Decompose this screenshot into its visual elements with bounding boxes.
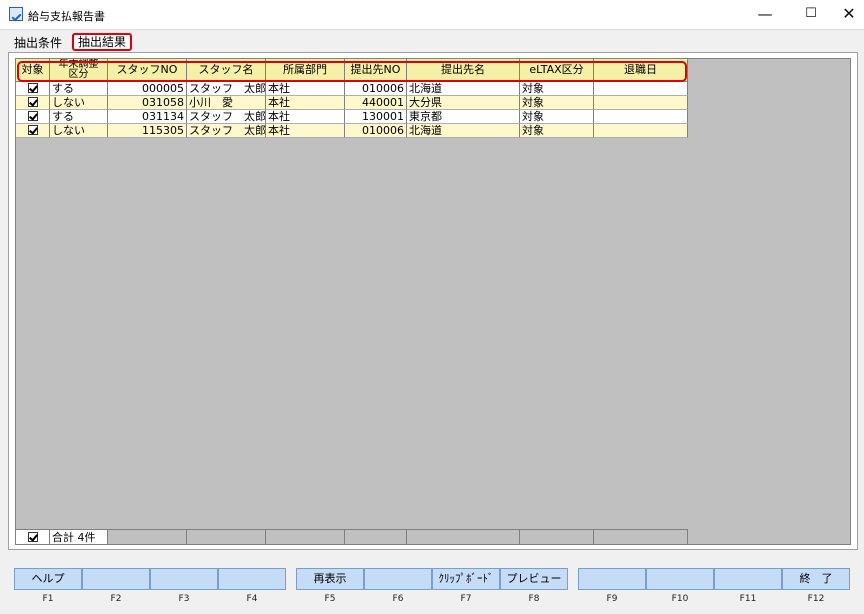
table-row[interactable]: しない 031058 小川 愛本社 440001 大分県 対象: [16, 96, 688, 110]
fkey-f2-button[interactable]: [82, 568, 150, 590]
row-checkbox[interactable]: [27, 125, 38, 135]
fkey-f8-label: F8: [528, 594, 540, 604]
footer-checkbox[interactable]: [27, 532, 38, 542]
row-department: 本社: [266, 110, 345, 124]
row-staff-no: 115305: [108, 124, 187, 138]
fkey-f6-button[interactable]: [364, 568, 432, 590]
row-dest-name: 北海道: [407, 82, 520, 96]
fkey-f3-button[interactable]: [150, 568, 218, 590]
table-row[interactable]: する 000005 スタッフ 太郎 本社 010006 北海道 対象: [16, 82, 688, 96]
fkey-f2-label: F2: [110, 594, 122, 604]
fkey-f12-label: F12: [807, 594, 825, 604]
header-highlight: [17, 61, 687, 82]
row-staff-no: 031134: [108, 110, 187, 124]
row-dest-no: 440001: [345, 96, 407, 110]
fkey-f9-label: F9: [606, 594, 618, 604]
fkey-f1-button[interactable]: ヘルプ: [14, 568, 82, 590]
fkey-f7-label: F7: [460, 594, 472, 604]
title-bar: 給与支払報告書 — ☐ ✕: [0, 0, 864, 30]
row-dest-no: 130001: [345, 110, 407, 124]
row-department: 本社: [266, 124, 345, 138]
maximize-button[interactable]: ☐: [788, 0, 834, 30]
minimize-button[interactable]: —: [742, 0, 788, 30]
fkey-f4-button[interactable]: [218, 568, 286, 590]
row-staff-name: スタッフ 太郎: [187, 82, 266, 96]
row-dest-name: 大分県: [407, 96, 520, 110]
table-row[interactable]: する 031134 スタッフ 太郎 本社 130001 東京都 対象: [16, 110, 688, 124]
fkey-f10-label: F10: [671, 594, 689, 604]
row-department: 本社: [266, 96, 345, 110]
row-checkbox[interactable]: [27, 97, 38, 107]
row-dest-no: 010006: [345, 82, 407, 96]
row-target-cell[interactable]: [16, 82, 50, 96]
fkey-f8-button[interactable]: プレビュー: [500, 568, 568, 590]
fkey-f10-button[interactable]: [646, 568, 714, 590]
footer-total: 合計 4件: [50, 530, 108, 544]
row-staff-no: 000005: [108, 82, 187, 96]
fkey-f3-label: F3: [178, 594, 190, 604]
fkey-f6-label: F6: [392, 594, 404, 604]
footer-cell: [187, 530, 266, 544]
fkey-f5-button[interactable]: 再表示: [296, 568, 364, 590]
footer-check[interactable]: [16, 530, 50, 544]
row-target-cell[interactable]: [16, 110, 50, 124]
tab-extraction-results[interactable]: 抽出結果: [72, 33, 133, 51]
table-row[interactable]: しない 115305 スタッフ 太郎 本社 010006 北海道 対象: [16, 124, 688, 138]
function-key-bar: ヘルプ F1 F2 F3 F4 再表示 F5 F6 ｸﾘｯﾌﾟﾎﾞｰﾄﾞ F7 プレビュー F8 F9 F…: [0, 568, 864, 614]
footer-cell: [345, 530, 407, 544]
row-year-adjustment: しない: [50, 124, 108, 138]
row-staff-name: 小川 愛: [187, 96, 266, 110]
row-checkbox[interactable]: [27, 83, 38, 93]
row-staff-name: スタッフ 太郎: [187, 110, 266, 124]
row-dest-name: 東京都: [407, 110, 520, 124]
footer-cell: [266, 530, 345, 544]
row-department: 本社: [266, 82, 345, 96]
row-eltax: 対象: [520, 96, 594, 110]
fkey-f12-button[interactable]: 終 了: [782, 568, 850, 590]
fkey-f11-button[interactable]: [714, 568, 782, 590]
row-target-cell[interactable]: [16, 124, 50, 138]
tab-extraction-conditions[interactable]: 抽出条件: [14, 35, 62, 52]
results-grid[interactable]: 対象 年末調整 区分 スタッフNO スタッフ名 所属部門 提出先NO 提出先名 …: [15, 58, 851, 545]
row-year-adjustment: しない: [50, 96, 108, 110]
row-retire-date: [594, 82, 688, 96]
app-icon: [9, 7, 23, 21]
fkey-f9-button[interactable]: [578, 568, 646, 590]
fkey-f5-label: F5: [324, 594, 336, 604]
row-eltax: 対象: [520, 124, 594, 138]
row-retire-date: [594, 110, 688, 124]
row-checkbox[interactable]: [27, 111, 38, 121]
row-eltax: 対象: [520, 82, 594, 96]
results-panel: 対象 年末調整 区分 スタッフNO スタッフ名 所属部門 提出先NO 提出先名 …: [8, 52, 858, 550]
row-year-adjustment: する: [50, 110, 108, 124]
row-dest-no: 010006: [345, 124, 407, 138]
row-staff-no: 031058: [108, 96, 187, 110]
row-year-adjustment: する: [50, 82, 108, 96]
fkey-f7-button[interactable]: ｸﾘｯﾌﾟﾎﾞｰﾄﾞ: [432, 568, 500, 590]
footer-cell: [594, 530, 688, 544]
footer-cell: [520, 530, 594, 544]
footer-cell: [108, 530, 187, 544]
fkey-f4-label: F4: [246, 594, 258, 604]
close-button[interactable]: ✕: [834, 0, 864, 30]
row-retire-date: [594, 96, 688, 110]
row-target-cell[interactable]: [16, 96, 50, 110]
row-staff-name: スタッフ 太郎: [187, 124, 266, 138]
footer-cell: [407, 530, 520, 544]
row-dest-name: 北海道: [407, 124, 520, 138]
fkey-f1-label: F1: [42, 594, 54, 604]
grid-footer: 合計 4件: [16, 529, 688, 544]
row-eltax: 対象: [520, 110, 594, 124]
window-title: 給与支払報告書: [28, 10, 105, 23]
row-retire-date: [594, 124, 688, 138]
fkey-f11-label: F11: [739, 594, 757, 604]
